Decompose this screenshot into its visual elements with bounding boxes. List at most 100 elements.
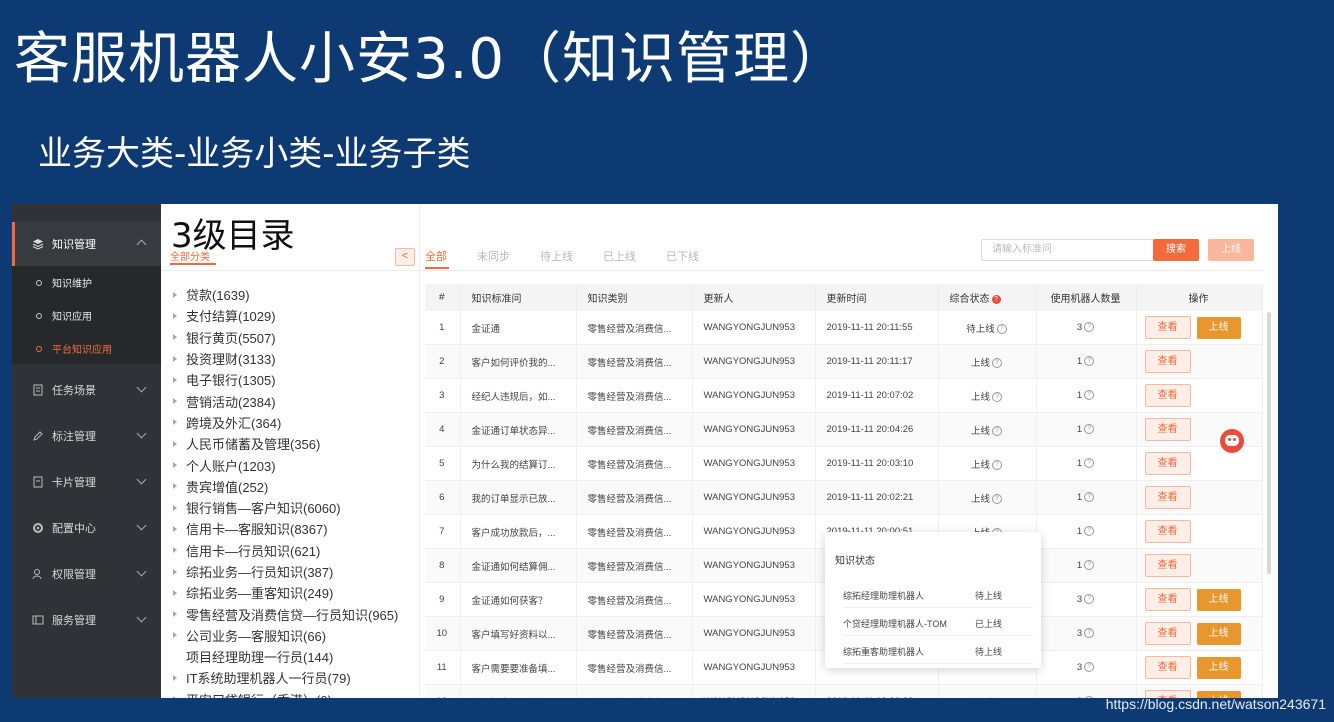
chat-robot-icon[interactable] xyxy=(1220,429,1244,453)
help-icon[interactable]: ? xyxy=(1084,322,1095,333)
help-icon[interactable]: ? xyxy=(992,357,1002,368)
help-icon[interactable]: ? xyxy=(1084,560,1095,571)
category-tree-item[interactable]: 平安口袋银行（香港）(0) xyxy=(173,689,398,698)
online-button[interactable]: 上线 xyxy=(1196,589,1241,611)
category-tree-item[interactable]: 投资理财(3133) xyxy=(173,348,398,369)
help-icon[interactable]: ? xyxy=(1084,628,1095,639)
online-button[interactable]: 上线 xyxy=(1196,317,1241,339)
online-button[interactable]: 上线 xyxy=(1196,623,1241,645)
scrollbar[interactable] xyxy=(1267,312,1271,574)
sidebar-item-service[interactable]: 服务管理 xyxy=(12,598,161,642)
tab-all-categories[interactable]: 全部分类 xyxy=(170,248,210,263)
tab-all[interactable]: 全部 xyxy=(425,248,447,264)
category-tree-item[interactable]: 人民币储蓄及管理(356) xyxy=(173,433,398,454)
help-icon[interactable]: ? xyxy=(1084,526,1095,537)
caret-right-icon[interactable] xyxy=(173,398,177,405)
sidebar-item-card[interactable]: 卡片管理 xyxy=(12,460,161,504)
help-icon[interactable]: ? xyxy=(1084,662,1095,673)
table-row[interactable]: 5 为什么我的结算订... 零售经营及消费信... WANGYONGJUN953 201… xyxy=(425,446,1263,481)
table-row[interactable]: 3 经纪人违规后，如... 零售经营及消费信... WANGYONGJUN953 201… xyxy=(425,378,1263,413)
caret-right-icon[interactable] xyxy=(173,355,177,362)
sidebar-item-knowledge[interactable]: 知识管理 xyxy=(12,222,161,266)
caret-right-icon[interactable] xyxy=(173,291,177,298)
table-row[interactable]: 2 客户如何评价我的... 零售经营及消费信... WANGYONGJUN953 201… xyxy=(425,344,1263,379)
view-button[interactable]: 查看 xyxy=(1144,384,1191,407)
sidebar-item-task-scene[interactable]: 任务场景 xyxy=(12,368,161,412)
search-input[interactable]: 请输入标准问 xyxy=(981,239,1155,261)
caret-right-icon[interactable] xyxy=(173,483,177,490)
view-button[interactable]: 查看 xyxy=(1144,486,1191,509)
sidebar-item-permission[interactable]: 权限管理 xyxy=(12,552,161,596)
tab-offline[interactable]: 已下线 xyxy=(666,248,699,264)
view-button[interactable]: 查看 xyxy=(1144,588,1191,611)
view-button[interactable]: 查看 xyxy=(1144,622,1191,645)
category-tree-item[interactable]: 贵宾增值(252) xyxy=(173,476,398,497)
table-row[interactable]: 1 金证通 零售经营及消费信... WANGYONGJUN953 2019-11-11 … xyxy=(425,311,1263,345)
online-button[interactable]: 上线 xyxy=(1196,657,1241,679)
caret-right-icon[interactable] xyxy=(173,462,177,469)
caret-right-icon[interactable] xyxy=(173,547,177,554)
help-icon[interactable]: ? xyxy=(1084,390,1095,401)
category-tree-item[interactable]: 支付结算(1029) xyxy=(173,305,398,326)
category-tree-item[interactable]: 营销活动(2384) xyxy=(173,390,398,411)
table-row[interactable]: 6 我的订单显示已放... 零售经营及消费信... WANGYONGJUN953 201… xyxy=(425,480,1263,515)
help-icon[interactable]: ? xyxy=(1084,594,1095,605)
category-tree-item[interactable]: 综拓业务—重客知识(249) xyxy=(173,582,398,603)
tab-unsynced[interactable]: 未同步 xyxy=(477,248,510,264)
tab-online[interactable]: 已上线 xyxy=(603,248,636,264)
help-icon[interactable]: ? xyxy=(1084,492,1095,503)
caret-right-icon[interactable] xyxy=(173,674,177,681)
table-row[interactable]: 4 金证通订单状态异... 零售经营及消费信... WANGYONGJUN953 201… xyxy=(425,412,1263,447)
search-button[interactable]: 搜索 xyxy=(1153,239,1199,261)
category-tree-item[interactable]: 贷款(1639) xyxy=(173,284,398,305)
view-button[interactable]: 查看 xyxy=(1144,418,1191,441)
caret-right-icon[interactable] xyxy=(173,376,177,383)
caret-right-icon[interactable] xyxy=(173,654,177,660)
view-button[interactable]: 查看 xyxy=(1144,316,1191,339)
collapse-button[interactable]: < xyxy=(395,248,415,266)
caret-right-icon[interactable] xyxy=(173,568,177,575)
caret-right-icon[interactable] xyxy=(173,696,177,698)
category-tree-item[interactable]: 零售经营及消费信贷—行员知识(965) xyxy=(173,603,398,624)
category-tree-item[interactable]: 综拓业务—行员知识(387) xyxy=(173,561,398,582)
caret-right-icon[interactable] xyxy=(173,611,177,618)
help-icon[interactable]: ? xyxy=(1084,696,1095,698)
view-button[interactable]: 查看 xyxy=(1144,452,1191,475)
help-icon[interactable]: ? xyxy=(992,459,1002,470)
category-tree-item[interactable]: 电子银行(1305) xyxy=(173,369,398,390)
view-button[interactable]: 查看 xyxy=(1144,656,1191,679)
category-tree-item[interactable]: 信用卡—行员知识(621) xyxy=(173,540,398,561)
help-icon[interactable]: ? xyxy=(1084,458,1095,469)
view-button[interactable]: 查看 xyxy=(1144,554,1191,577)
caret-right-icon[interactable] xyxy=(173,419,177,426)
help-icon[interactable]: ? xyxy=(992,391,1002,402)
category-tree-item[interactable]: 银行销售—客户知识(6060) xyxy=(173,497,398,518)
submenu-item-application[interactable]: 知识应用 xyxy=(12,299,161,332)
category-tree-item[interactable]: 跨境及外汇(364) xyxy=(173,412,398,433)
category-tree-item[interactable]: 信用卡—客服知识(8367) xyxy=(173,518,398,539)
help-icon[interactable]: ? xyxy=(992,493,1002,504)
caret-right-icon[interactable] xyxy=(173,312,177,319)
caret-right-icon[interactable] xyxy=(173,589,177,596)
caret-right-icon[interactable] xyxy=(173,440,177,447)
tab-pending-online[interactable]: 待上线 xyxy=(540,248,573,264)
category-tree-item[interactable]: 个人账户(1203) xyxy=(173,454,398,475)
help-icon[interactable]: ? xyxy=(991,294,1001,304)
view-button[interactable]: 查看 xyxy=(1144,350,1191,373)
view-button[interactable]: 查看 xyxy=(1144,520,1191,543)
category-tree-item[interactable]: IT系统助理机器人一行员(79) xyxy=(173,667,398,688)
help-icon[interactable]: ? xyxy=(1084,424,1095,435)
caret-right-icon[interactable] xyxy=(173,504,177,511)
caret-right-icon[interactable] xyxy=(173,525,177,532)
help-icon[interactable]: ? xyxy=(996,323,1007,334)
caret-right-icon[interactable] xyxy=(173,632,177,639)
help-icon[interactable]: ? xyxy=(1084,356,1095,367)
submenu-item-platform[interactable]: 平台知识应用 xyxy=(12,332,161,365)
sidebar-item-annotation[interactable]: 标注管理 xyxy=(12,414,161,458)
submenu-item-maintenance[interactable]: 知识维护 xyxy=(12,266,161,299)
online-button[interactable]: 上线 xyxy=(1208,239,1254,261)
category-tree-item[interactable]: 公司业务—客服知识(66) xyxy=(173,625,398,646)
category-tree-item[interactable]: 银行黄页(5507) xyxy=(173,327,398,348)
caret-right-icon[interactable] xyxy=(173,334,177,341)
help-icon[interactable]: ? xyxy=(992,425,1002,436)
